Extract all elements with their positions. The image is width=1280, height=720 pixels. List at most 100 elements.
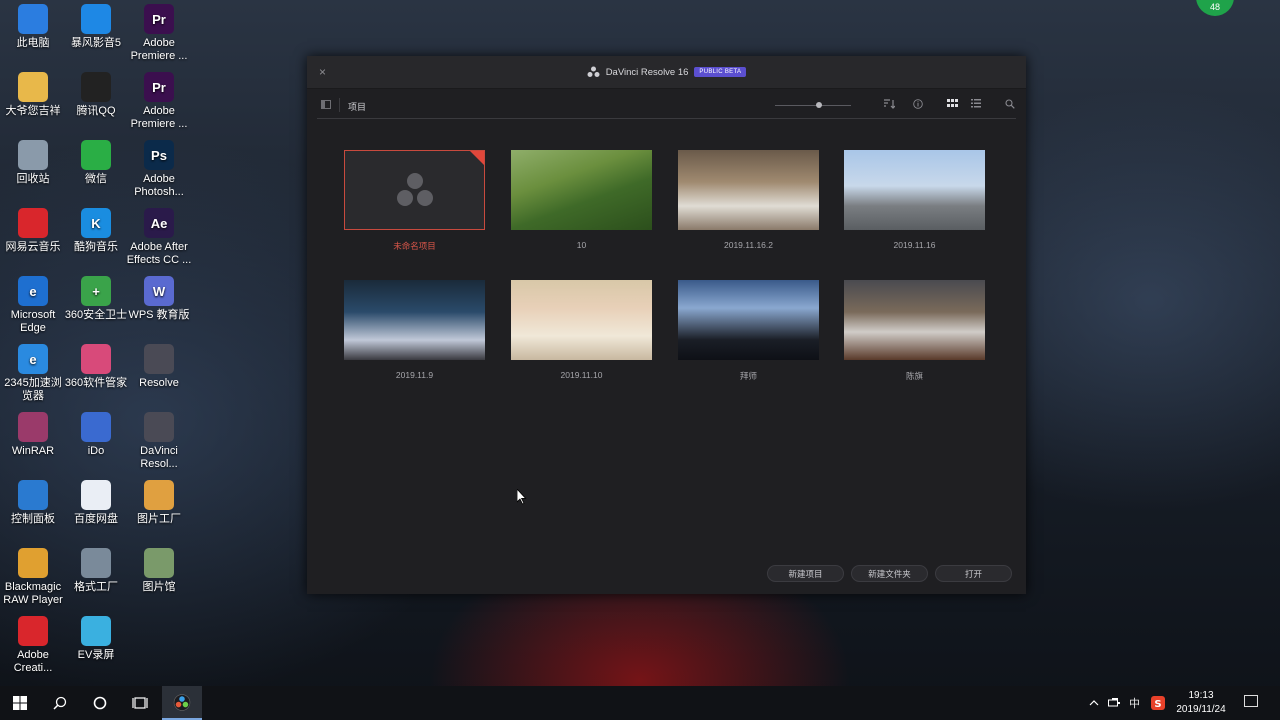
desktop-shortcut[interactable]: K 酷狗音乐 <box>63 208 129 254</box>
search-button[interactable] <box>40 686 80 720</box>
slider-knob[interactable] <box>816 102 823 108</box>
baofeng-icon <box>81 4 111 34</box>
cortana-button[interactable] <box>80 686 120 720</box>
baidu-pan-icon <box>81 480 111 510</box>
desktop-shortcut[interactable]: Ps Adobe Photosh... <box>126 140 192 199</box>
desktop-shortcut[interactable]: WinRAR <box>0 412 66 458</box>
desktop-shortcut[interactable]: 格式工厂 <box>63 548 129 594</box>
desktop-shortcut[interactable]: Resolve <box>126 344 192 390</box>
desktop-shortcut[interactable]: Pr Adobe Premiere ... <box>126 72 192 131</box>
start-button[interactable] <box>0 686 40 720</box>
desktop-shortcut[interactable]: e 2345加速浏览器 <box>0 344 66 403</box>
action-center-icon[interactable] <box>1244 695 1258 707</box>
window-title: DaVinci Resolve 16 PUBLIC BETA <box>307 66 1026 78</box>
browser-2345-icon: e <box>18 344 48 374</box>
project-thumbnail[interactable] <box>678 280 819 360</box>
project-thumbnail[interactable] <box>844 150 985 230</box>
project-thumbnail[interactable] <box>511 150 652 230</box>
desktop-shortcut[interactable]: Ae Adobe After Effects CC ... <box>126 208 192 267</box>
desktop-shortcut[interactable]: 大爷您吉祥 <box>0 72 66 118</box>
ime-indicator[interactable]: 中 <box>1129 686 1140 720</box>
desktop-shortcut-label: Adobe Premiere ... <box>130 105 188 130</box>
new-project-button[interactable]: 新建项目 <box>767 565 844 582</box>
desktop-shortcut-label: DaVinci Resol... <box>140 445 178 470</box>
project-card[interactable]: 拜师 <box>678 280 819 382</box>
window-title-text: DaVinci Resolve 16 <box>605 66 689 78</box>
desktop-shortcut-label: 百度网盘 <box>74 513 118 525</box>
taskbar-search-icon <box>53 696 67 710</box>
sort-icon[interactable] <box>883 99 896 112</box>
after-effects-icon: Ae <box>144 208 174 238</box>
desktop-shortcut-label: 微信 <box>85 173 107 185</box>
project-thumbnail[interactable] <box>678 150 819 230</box>
desktop-shortcut-label: 2345加速浏览器 <box>4 377 62 402</box>
desktop-shortcut-label: Resolve <box>139 377 179 389</box>
mouse-cursor-icon <box>517 489 527 505</box>
project-name: 2019.11.16 <box>893 240 936 250</box>
windows-icon <box>13 696 27 710</box>
project-thumbnail[interactable] <box>511 280 652 360</box>
project-card[interactable]: 陈旗 <box>844 280 985 382</box>
tray-expand-icon[interactable] <box>1089 686 1099 720</box>
desktop-shortcut-label: Adobe Premiere ... <box>130 37 188 62</box>
desktop-shortcut-label: 360软件管家 <box>64 377 128 389</box>
info-icon[interactable] <box>913 99 923 112</box>
project-thumbnail[interactable] <box>844 280 985 360</box>
desktop-shortcut[interactable]: 控制面板 <box>0 480 66 526</box>
project-card[interactable]: 10 <box>511 150 652 250</box>
desktop-shortcut[interactable]: EV录屏 <box>63 616 129 662</box>
list-view-icon[interactable] <box>971 99 981 111</box>
project-name: 2019.11.16.2 <box>724 240 773 250</box>
search-icon[interactable] <box>1005 99 1015 112</box>
photoshop-icon: Ps <box>144 140 174 170</box>
desktop-shortcut-label: 腾讯QQ <box>76 105 116 117</box>
desktop-shortcut[interactable]: 微信 <box>63 140 129 186</box>
desktop-shortcut[interactable]: DaVinci Resol... <box>126 412 192 471</box>
desktop-shortcut[interactable]: W WPS 教育版 <box>126 276 192 322</box>
open-button[interactable]: 打开 <box>935 565 1012 582</box>
control-panel-icon <box>18 480 48 510</box>
project-card[interactable]: 2019.11.9 <box>344 280 485 380</box>
project-thumbnail[interactable] <box>344 150 485 230</box>
ev-recorder-icon <box>81 616 111 646</box>
desktop-shortcut[interactable]: +360安全卫士 <box>63 276 129 322</box>
grid-view-icon[interactable] <box>947 99 958 111</box>
ido-icon <box>81 412 111 442</box>
desktop-shortcut[interactable]: 360软件管家 <box>63 344 129 390</box>
desktop-shortcut[interactable]: 网易云音乐 <box>0 208 66 254</box>
desktop-shortcut-label: EV录屏 <box>77 649 115 661</box>
desktop-shortcut-label: WinRAR <box>11 445 55 457</box>
desktop-shortcut[interactable]: iDo <box>63 412 129 458</box>
desktop-shortcut[interactable]: Adobe Creati... <box>0 616 66 675</box>
desktop-shortcut[interactable]: 图片工厂 <box>126 480 192 526</box>
project-card[interactable]: 2019.11.10 <box>511 280 652 380</box>
blackmagic-raw-icon <box>18 548 48 578</box>
qq-icon <box>81 72 111 102</box>
taskbar-davinci-button[interactable] <box>162 686 202 720</box>
desktop-shortcut[interactable]: 暴风影音5 <box>63 4 129 50</box>
project-card[interactable]: 2019.11.16 <box>844 150 985 250</box>
project-thumbnail[interactable] <box>344 280 485 360</box>
system-clock[interactable]: 19:13 2019/11/24 <box>1168 689 1234 717</box>
power-icon[interactable] <box>1108 686 1122 720</box>
sogou-input-icon[interactable]: S <box>1151 686 1165 720</box>
desktop-shortcut-label: WPS 教育版 <box>128 309 190 321</box>
desktop-shortcut[interactable]: Pr Adobe Premiere ... <box>126 4 192 63</box>
desktop-shortcut[interactable]: 百度网盘 <box>63 480 129 526</box>
desktop-shortcut[interactable]: 此电脑 <box>0 4 66 50</box>
desktop-shortcut[interactable]: e Microsoft Edge <box>0 276 66 335</box>
new-folder-button[interactable]: 新建文件夹 <box>851 565 928 582</box>
task-view-button[interactable] <box>120 686 160 720</box>
project-card[interactable]: 2019.11.16.2 <box>678 150 819 250</box>
desktop-shortcut[interactable]: 回收站 <box>0 140 66 186</box>
wps-icon: W <box>144 276 174 306</box>
toggle-sidebar-icon[interactable] <box>321 100 331 109</box>
notification-badge[interactable]: 48 <box>1196 0 1234 16</box>
resolve-logo-icon <box>587 66 600 77</box>
desktop-shortcut[interactable]: 图片馆 <box>126 548 192 594</box>
desktop-shortcut[interactable]: Blackmagic RAW Player <box>0 548 66 607</box>
desktop-shortcut[interactable]: 腾讯QQ <box>63 72 129 118</box>
thumbnail-size-slider[interactable] <box>775 105 851 106</box>
project-card[interactable]: 未命名项目 <box>344 150 485 252</box>
desktop-shortcut-label: 此电脑 <box>16 37 50 49</box>
